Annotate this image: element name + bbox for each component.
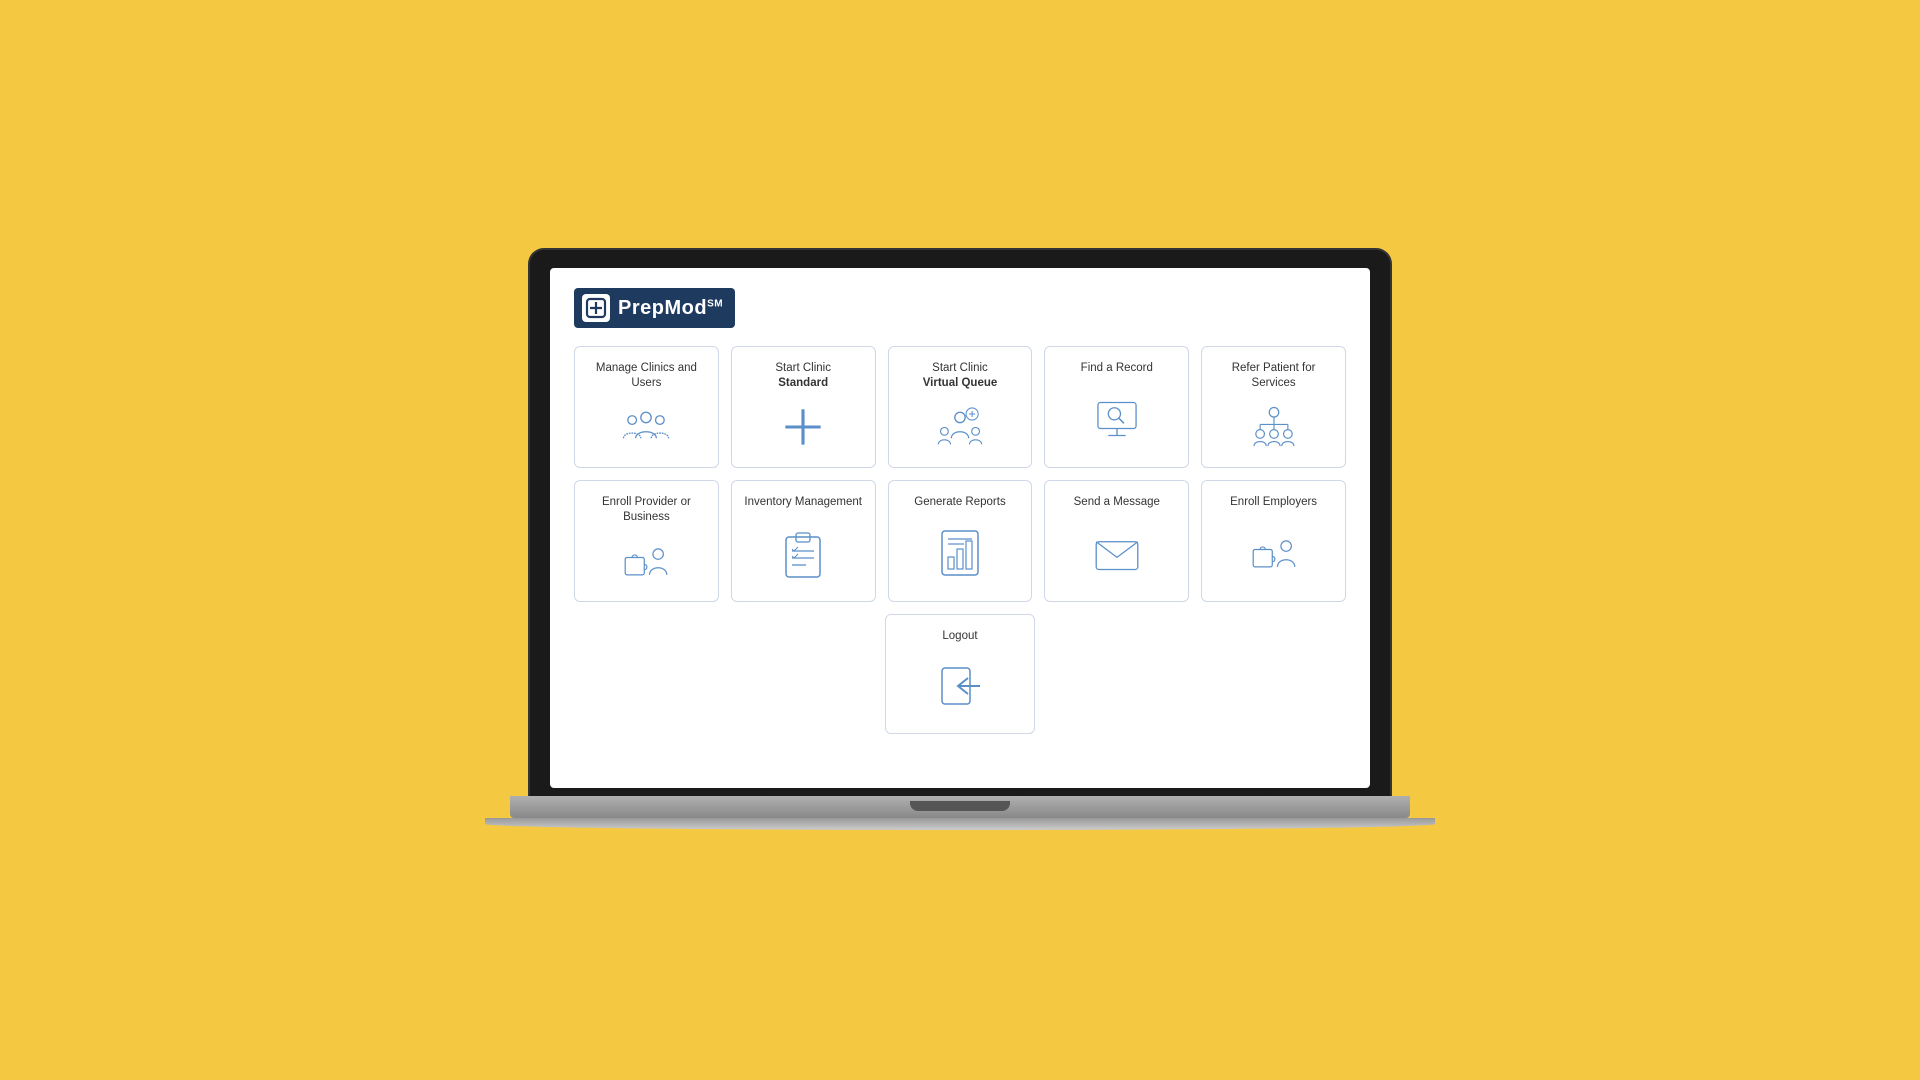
start-clinic-standard-card[interactable]: Start ClinicStandard xyxy=(731,346,876,468)
enroll-employers-icon xyxy=(1248,520,1300,587)
start-clinic-virtual-icon xyxy=(934,401,986,453)
send-message-icon xyxy=(1091,520,1143,587)
logo-icon xyxy=(582,294,610,322)
start-clinic-standard-icon xyxy=(777,401,829,453)
logout-row: Logout xyxy=(574,614,1346,734)
refer-patient-title: Refer Patient for Services xyxy=(1212,361,1335,391)
logo-box: PrepModSM xyxy=(574,288,735,328)
logout-title: Logout xyxy=(942,629,977,644)
card-grid-row1: Manage Clinics and Users xyxy=(574,346,1346,468)
send-message-card[interactable]: Send a Message xyxy=(1044,480,1189,602)
app-content: PrepModSM Manage Clinics and Users xyxy=(550,268,1370,758)
laptop-base xyxy=(510,796,1410,818)
find-record-icon xyxy=(1091,386,1143,453)
enroll-employers-title: Enroll Employers xyxy=(1230,495,1317,510)
start-clinic-standard-title: Start ClinicStandard xyxy=(775,361,831,391)
logo-text: PrepModSM xyxy=(618,297,723,320)
laptop-wrapper: PrepModSM Manage Clinics and Users xyxy=(510,250,1410,830)
enroll-provider-title: Enroll Provider or Business xyxy=(585,495,708,525)
inventory-card[interactable]: Inventory Management xyxy=(731,480,876,602)
inventory-icon xyxy=(777,520,829,587)
enroll-employers-card[interactable]: Enroll Employers xyxy=(1201,480,1346,602)
start-clinic-virtual-card[interactable]: Start ClinicVirtual Queue xyxy=(888,346,1033,468)
laptop-bottom-shadow xyxy=(485,818,1435,830)
enroll-provider-card[interactable]: Enroll Provider or Business xyxy=(574,480,719,602)
generate-reports-card[interactable]: Generate Reports xyxy=(888,480,1033,602)
generate-reports-icon xyxy=(934,520,986,587)
laptop-notch xyxy=(910,801,1010,811)
laptop-bezel: PrepModSM Manage Clinics and Users xyxy=(530,250,1390,796)
inventory-title: Inventory Management xyxy=(744,495,862,510)
send-message-title: Send a Message xyxy=(1074,495,1160,510)
find-record-title: Find a Record xyxy=(1081,361,1153,376)
logout-card[interactable]: Logout xyxy=(885,614,1034,734)
logout-icon xyxy=(934,654,986,719)
refer-patient-card[interactable]: Refer Patient for Services xyxy=(1201,346,1346,468)
enroll-provider-icon xyxy=(620,535,672,587)
laptop-screen: PrepModSM Manage Clinics and Users xyxy=(550,268,1370,788)
logo-bar: PrepModSM xyxy=(574,288,1346,328)
generate-reports-title: Generate Reports xyxy=(914,495,1005,510)
start-clinic-virtual-title: Start ClinicVirtual Queue xyxy=(923,361,998,391)
find-record-card[interactable]: Find a Record xyxy=(1044,346,1189,468)
card-grid-row2: Enroll Provider or Business xyxy=(574,480,1346,602)
refer-patient-icon xyxy=(1248,401,1300,453)
manage-clinics-card[interactable]: Manage Clinics and Users xyxy=(574,346,719,468)
manage-clinics-icon xyxy=(620,401,672,453)
manage-clinics-title: Manage Clinics and Users xyxy=(585,361,708,391)
